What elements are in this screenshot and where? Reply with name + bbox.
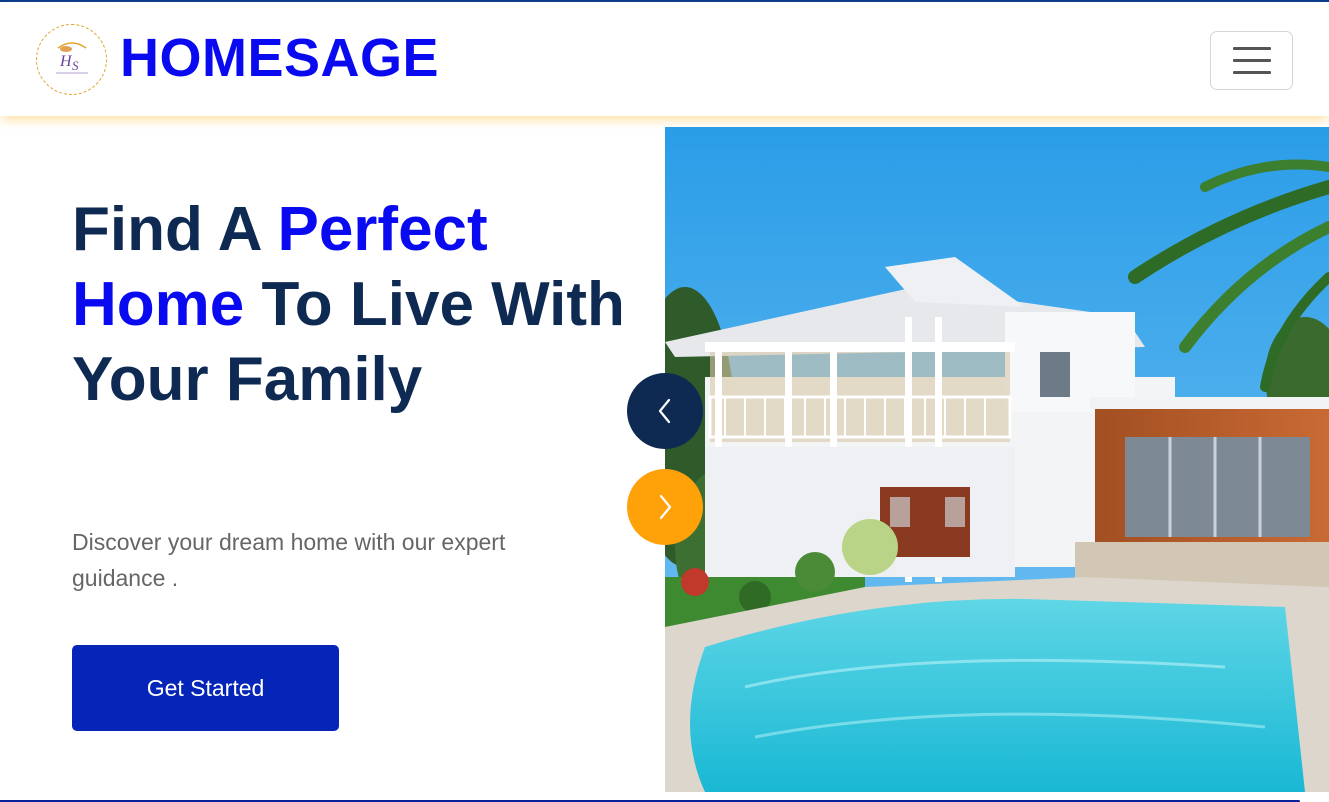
hamburger-bar (1232, 71, 1271, 74)
hamburger-menu-button[interactable] (1210, 31, 1293, 90)
hamburger-menu-icon (1232, 47, 1271, 50)
hero-title-part1: Find A (72, 195, 278, 264)
chevron-left-icon (658, 398, 671, 424)
chevron-right-icon (659, 494, 672, 520)
hero-subtitle: Discover your dream home with our expert… (72, 529, 506, 591)
hero-title: Find A Perfect Home To Live With Your Fa… (72, 192, 632, 417)
svg-text:S: S (72, 58, 79, 73)
homesage-logo-icon: H S (55, 41, 88, 73)
brand-name[interactable]: HOMESAGE (120, 28, 439, 88)
get-started-button[interactable]: Get Started (72, 645, 339, 731)
navbar: H S HOMESAGE (0, 2, 1329, 116)
carousel-next-button[interactable] (627, 469, 703, 545)
hamburger-bar (1232, 59, 1271, 62)
svg-text:H: H (59, 53, 73, 70)
carousel-prev-button[interactable] (627, 373, 703, 449)
page: H S HOMESAGE Find A Perfect Home To Live… (0, 0, 1329, 802)
logo[interactable]: H S (36, 24, 107, 95)
hero-image (665, 127, 1329, 792)
